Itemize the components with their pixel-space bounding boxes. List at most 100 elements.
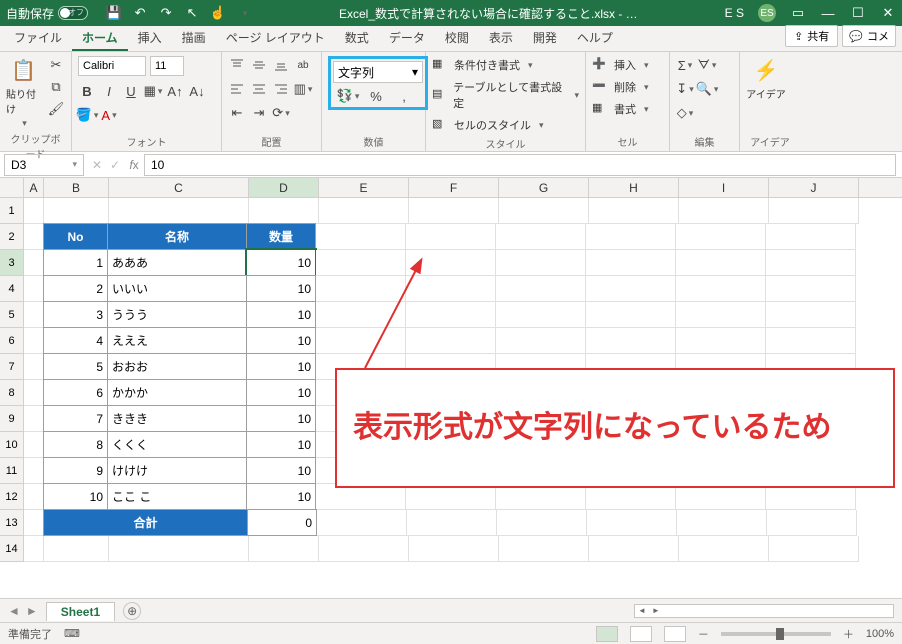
cell-qty[interactable]: 10 (246, 457, 316, 484)
cell-G[interactable] (496, 224, 586, 250)
close-icon[interactable]: ✕ (880, 5, 896, 21)
cell-qty[interactable]: 10 (246, 301, 316, 328)
cell-J[interactable] (769, 536, 859, 562)
minimize-icon[interactable]: — (820, 5, 836, 21)
qat-more-icon[interactable] (236, 5, 252, 21)
cut-icon[interactable]: ✂ (47, 56, 65, 74)
cell-H[interactable] (586, 250, 676, 276)
cell-E[interactable] (316, 224, 406, 250)
cell-no[interactable]: 8 (43, 431, 108, 458)
view-normal-button[interactable] (596, 626, 618, 642)
cell-F[interactable] (406, 302, 496, 328)
column-header-H[interactable]: H (589, 178, 679, 197)
redo-icon[interactable]: ↷ (158, 5, 174, 21)
column-header-I[interactable]: I (679, 178, 769, 197)
zoom-level[interactable]: 100% (866, 628, 894, 640)
cell-name[interactable]: ううう (107, 301, 247, 328)
cell-name[interactable]: あああ (107, 249, 247, 276)
cell-F[interactable] (409, 198, 499, 224)
clear-icon[interactable]: ◇ (676, 104, 694, 122)
cell[interactable] (24, 302, 44, 328)
cell-qty[interactable]: 10 (246, 379, 316, 406)
cell-G[interactable] (496, 302, 586, 328)
tab-ヘルプ[interactable]: ヘルプ (567, 25, 623, 51)
horizontal-scrollbar[interactable] (141, 604, 902, 618)
cell-G[interactable] (496, 250, 586, 276)
font-size-select[interactable] (150, 56, 184, 76)
cell-name[interactable]: ききき (107, 405, 247, 432)
cell-E[interactable] (316, 250, 406, 276)
cell-H[interactable] (587, 510, 677, 536)
cell-H[interactable] (586, 328, 676, 354)
row-header-8[interactable]: 8 (0, 380, 24, 406)
orientation-icon[interactable]: ⟳ (272, 104, 290, 122)
tab-ページ レイアウト[interactable]: ページ レイアウト (216, 25, 335, 51)
cell-J[interactable] (766, 224, 856, 250)
cell-I[interactable] (676, 302, 766, 328)
comments-button[interactable]: 💬 コメ (842, 25, 896, 47)
insert-cells-button[interactable]: ➕挿入 (592, 56, 649, 74)
sheet-tab-active[interactable]: Sheet1 (46, 602, 115, 621)
cell-F[interactable] (406, 224, 496, 250)
copy-icon[interactable]: ⧉ (47, 78, 65, 96)
percent-format-icon[interactable]: % (367, 87, 385, 105)
user-avatar[interactable]: ES (758, 4, 776, 22)
cell[interactable] (24, 484, 44, 510)
cell-J[interactable] (769, 198, 859, 224)
merge-cells-icon[interactable]: ▥ (294, 80, 312, 98)
cell-H[interactable] (586, 276, 676, 302)
row-header-6[interactable]: 6 (0, 328, 24, 354)
zoom-out-button[interactable]: － (698, 626, 709, 642)
cell-G[interactable] (499, 536, 589, 562)
cell-G[interactable] (496, 328, 586, 354)
cell[interactable] (24, 432, 44, 458)
cell[interactable] (109, 198, 249, 224)
cell[interactable] (109, 536, 249, 562)
cell-H[interactable] (589, 198, 679, 224)
cell[interactable] (24, 276, 44, 302)
cell-I[interactable] (679, 198, 769, 224)
cell[interactable] (249, 198, 319, 224)
cell-H[interactable] (586, 302, 676, 328)
cell[interactable] (24, 224, 44, 250)
column-header-F[interactable]: F (409, 178, 499, 197)
decrease-font-icon[interactable]: A↓ (188, 82, 206, 100)
row-header-12[interactable]: 12 (0, 484, 24, 510)
row-header-10[interactable]: 10 (0, 432, 24, 458)
cell[interactable] (24, 250, 44, 276)
cell-name[interactable]: おおお (107, 353, 247, 380)
tab-ファイル[interactable]: ファイル (4, 25, 72, 51)
cell-qty[interactable]: 10 (246, 327, 316, 354)
cell[interactable] (24, 380, 44, 406)
cursor-icon[interactable]: ↖ (184, 5, 200, 21)
cell-F[interactable] (407, 510, 497, 536)
cell[interactable] (249, 536, 319, 562)
cell-name[interactable]: えええ (107, 327, 247, 354)
cell-I[interactable] (679, 536, 769, 562)
cell-F[interactable] (406, 276, 496, 302)
cell-E[interactable] (317, 510, 407, 536)
cell[interactable] (24, 510, 44, 536)
spreadsheet-grid[interactable]: ABCDEFGHIJ 12No名称数量31あああ1042いいい1053ううう10… (0, 178, 902, 598)
find-select-icon[interactable]: 🔍 (698, 80, 716, 98)
cell-no[interactable]: 5 (43, 353, 108, 380)
cell-H[interactable] (586, 224, 676, 250)
cell-name[interactable]: けけけ (107, 457, 247, 484)
autosum-button[interactable]: Σ (676, 56, 694, 74)
fill-icon[interactable]: ↧ (676, 80, 694, 98)
font-color-button[interactable]: A (100, 106, 118, 124)
font-name-select[interactable] (78, 56, 146, 76)
cell-J[interactable] (766, 276, 856, 302)
ribbon-display-icon[interactable]: ▭ (790, 5, 806, 21)
cell-qty[interactable]: 10 (246, 405, 316, 432)
cell-qty[interactable]: 10 (246, 431, 316, 458)
tab-データ[interactable]: データ (379, 25, 435, 51)
total-label[interactable]: 合計 (43, 509, 248, 536)
fill-color-button[interactable]: 🪣 (78, 106, 96, 124)
cell-name[interactable]: かかか (107, 379, 247, 406)
cell-E[interactable] (316, 302, 406, 328)
cell-F[interactable] (406, 328, 496, 354)
row-header-14[interactable]: 14 (0, 536, 24, 562)
cell-J[interactable] (767, 510, 857, 536)
cell-E[interactable] (316, 276, 406, 302)
